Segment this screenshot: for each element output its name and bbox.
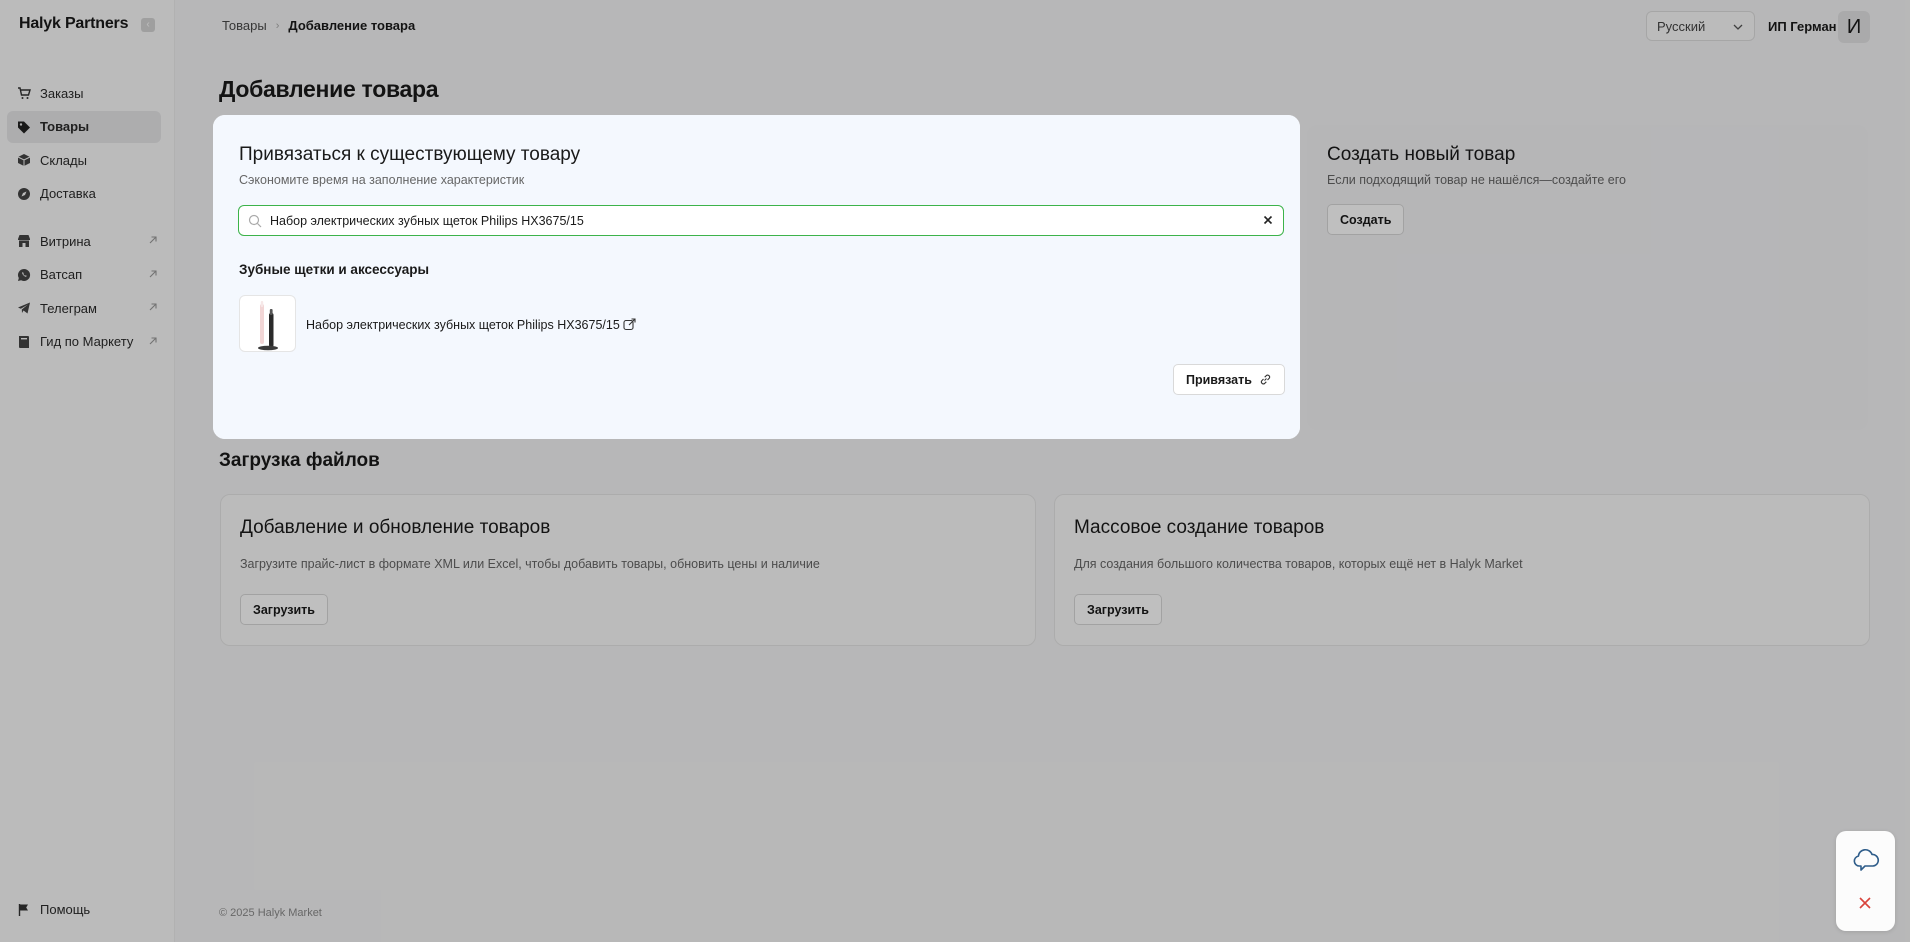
product-thumbnail bbox=[239, 295, 296, 352]
close-icon[interactable] bbox=[1858, 896, 1872, 915]
link-card-title: Привязаться к существующему товару bbox=[239, 144, 581, 165]
clear-search-icon[interactable] bbox=[1261, 213, 1275, 227]
link-button-label: Привязать bbox=[1186, 372, 1252, 387]
link-card-subtitle: Сэкономите время на заполнение характери… bbox=[239, 173, 525, 187]
chat-cloud-icon[interactable] bbox=[1852, 847, 1880, 878]
external-link-icon[interactable] bbox=[623, 318, 636, 331]
search-icon bbox=[248, 214, 262, 228]
product-search-input[interactable] bbox=[270, 213, 1230, 228]
result-title-text: Набор электрических зубных щеток Philips… bbox=[306, 317, 620, 332]
link-chain-icon bbox=[1259, 373, 1272, 386]
link-existing-product-card: Привязаться к существующему товару Сэкон… bbox=[213, 115, 1300, 439]
link-product-button[interactable]: Привязать bbox=[1173, 364, 1285, 395]
result-title[interactable]: Набор электрических зубных щеток Philips… bbox=[306, 297, 636, 352]
search-result-item[interactable]: Набор электрических зубных щеток Philips… bbox=[239, 295, 636, 352]
product-search-box bbox=[238, 205, 1284, 236]
result-category: Зубные щетки и аксессуары bbox=[239, 262, 429, 277]
chat-widget bbox=[1836, 831, 1895, 931]
